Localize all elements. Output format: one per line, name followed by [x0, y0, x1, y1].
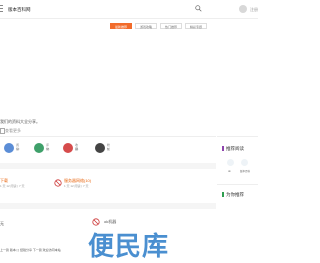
sidebar-item[interactable]: 版本百科	[240, 169, 250, 174]
login-link[interactable]: 注册	[250, 7, 258, 12]
user-avatar[interactable]	[239, 5, 247, 13]
menu-icon[interactable]	[0, 5, 3, 13]
stat-value: 10	[16, 147, 20, 151]
intro-divider	[0, 136, 216, 137]
list-item-title[interactable]: 下载	[0, 178, 8, 183]
sidebar-recommended-title: 推荐阅读	[226, 146, 244, 151]
stat-value: 98	[46, 147, 50, 151]
more-link[interactable]: 查看更多	[5, 128, 21, 133]
heart-icon	[63, 143, 73, 153]
tab-latest[interactable]: 最新推荐	[110, 23, 132, 29]
top-header: 版本百科网 注册	[0, 0, 258, 18]
list-item-meta: 1 天 12 阅读 | 7 天	[0, 184, 25, 188]
sidebar-divider	[217, 184, 258, 185]
search-icon[interactable]	[195, 5, 202, 12]
list-item-count: (10)	[84, 178, 92, 183]
sidebar-marker	[222, 192, 224, 197]
header-divider	[0, 18, 258, 19]
read-icon	[4, 143, 14, 153]
tab-guides[interactable]: 游戏攻略	[135, 23, 157, 29]
watermark-logo: 便民库	[88, 232, 170, 262]
sidebar-featured-title: 为你推荐	[226, 192, 244, 197]
site-brand[interactable]: 版本百科网	[8, 7, 31, 12]
stat-value: 5	[107, 147, 109, 151]
stat-value: 36	[75, 147, 79, 151]
tab-hot[interactable]: 热门推荐	[160, 23, 182, 29]
sidebar-item[interactable]: ok	[228, 169, 231, 174]
sidebar-thumb[interactable]	[227, 159, 234, 166]
no-image-icon	[92, 218, 100, 226]
intro-text: 我们的资料大全分享。	[0, 119, 40, 124]
list-item-title[interactable]: 无	[0, 221, 4, 226]
comment-icon	[34, 143, 44, 153]
sidebar-divider	[217, 136, 258, 137]
sidebar-marker	[222, 146, 224, 151]
section-separator	[0, 163, 216, 169]
list-item-meta: 1 天 12 阅读 | 7 天	[64, 184, 89, 188]
no-image-icon	[54, 179, 62, 187]
tab-topics[interactable]: 精彩专题	[185, 23, 207, 29]
list-item-label: 服务器网络	[64, 178, 84, 183]
user-icon	[95, 143, 105, 153]
list-item-title[interactable]: ok机器	[104, 219, 116, 224]
list-item-title[interactable]: 服务器网络(10)	[64, 178, 91, 183]
section-separator	[0, 203, 216, 209]
footer-nav[interactable]: 上一篇 版本 [ ] 经验分享 下一篇 欢迎访问本站	[0, 248, 61, 252]
sidebar-thumb[interactable]	[241, 159, 248, 166]
